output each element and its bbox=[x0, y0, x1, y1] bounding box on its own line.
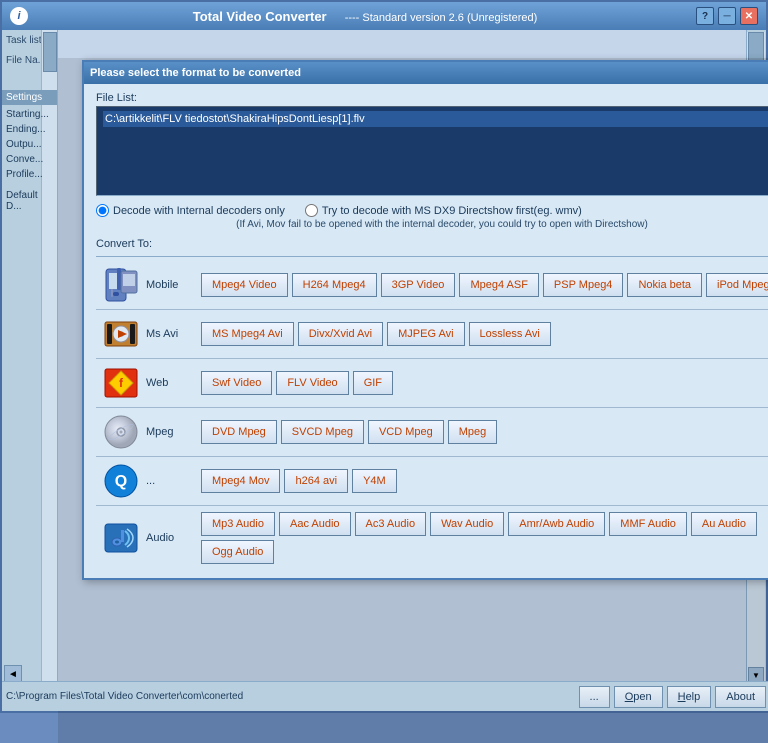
sidebar-scroll-thumb bbox=[43, 32, 57, 72]
sidebar-item-output[interactable]: Outpu... bbox=[2, 137, 57, 152]
format-buttons-mpeg: DVD Mpeg SVCD Mpeg VCD Mpeg Mpeg bbox=[201, 420, 768, 444]
radio-group: Decode with Internal decoders only Try t… bbox=[96, 204, 768, 217]
btn-ms-mpeg4-avi[interactable]: MS Mpeg4 Avi bbox=[201, 322, 294, 346]
default-label: Default D... bbox=[2, 188, 57, 214]
btn-psp-mpeg4[interactable]: PSP Mpeg4 bbox=[543, 273, 624, 297]
browse-button[interactable]: ... bbox=[579, 686, 610, 708]
help-title-btn[interactable]: ? bbox=[696, 7, 714, 25]
close-btn[interactable]: ✕ bbox=[740, 7, 758, 25]
main-content: Please select the format to be converted… bbox=[58, 30, 746, 681]
btn-mpeg4-asf[interactable]: Mpeg4 ASF bbox=[459, 273, 538, 297]
format-name-web: Web bbox=[146, 377, 201, 389]
modal-body: File List: C:\artikkelit\FLV tiedostot\S… bbox=[84, 84, 768, 578]
convert-to-label: Convert To: bbox=[96, 238, 768, 250]
sidebar-settings: Settings Starting... Ending... Outpu... … bbox=[2, 90, 57, 214]
radio-internal[interactable]: Decode with Internal decoders only bbox=[96, 204, 285, 217]
quicktime-icon: Q bbox=[96, 463, 146, 499]
format-name-msavi: Ms Avi bbox=[146, 328, 201, 340]
divider-top bbox=[96, 256, 768, 257]
btn-flv-video[interactable]: FLV Video bbox=[276, 371, 348, 395]
btn-ac3-audio[interactable]: Ac3 Audio bbox=[355, 512, 427, 536]
btn-swf-video[interactable]: Swf Video bbox=[201, 371, 272, 395]
format-row-msavi: Ms Avi MS Mpeg4 Avi Divx/Xvid Avi MJPEG … bbox=[96, 310, 768, 359]
format-buttons-web: Swf Video FLV Video GIF bbox=[201, 371, 768, 395]
format-row-audio: Audio Mp3 Audio Aac Audio Ac3 Audio Wav … bbox=[96, 506, 768, 570]
btn-dvd-mpeg[interactable]: DVD Mpeg bbox=[201, 420, 277, 444]
modal-overlay: Please select the format to be converted… bbox=[58, 58, 768, 743]
mpeg-icon bbox=[96, 414, 146, 450]
format-row-mpeg: Mpeg DVD Mpeg SVCD Mpeg VCD Mpeg Mpeg bbox=[96, 408, 768, 457]
modal-title: Please select the format to be converted bbox=[90, 67, 301, 79]
help-btn-label: H bbox=[678, 691, 686, 703]
btn-gif[interactable]: GIF bbox=[353, 371, 393, 395]
btn-y4m[interactable]: Y4M bbox=[352, 469, 397, 493]
app-window: i Total Video Converter ---- Standard ve… bbox=[0, 0, 768, 713]
btn-h264-avi[interactable]: h264 avi bbox=[284, 469, 348, 493]
btn-mmf-audio[interactable]: MMF Audio bbox=[609, 512, 687, 536]
format-row-web: f Web Swf Video FLV Video GIF bbox=[96, 359, 768, 408]
mobile-icon bbox=[96, 267, 146, 303]
format-name-audio: Audio bbox=[146, 532, 201, 544]
file-list-box[interactable]: C:\artikkelit\FLV tiedostot\ShakiraHipsD… bbox=[96, 106, 768, 196]
format-buttons-mobile: Mpeg4 Video H264 Mpeg4 3GP Video Mpeg4 A… bbox=[201, 273, 768, 297]
open-btn-label: O bbox=[625, 691, 634, 703]
btn-h264-mpeg4[interactable]: H264 Mpeg4 bbox=[292, 273, 377, 297]
app-title: Total Video Converter ---- Standard vers… bbox=[34, 9, 696, 24]
format-name-mpeg: Mpeg bbox=[146, 426, 201, 438]
btn-mpeg[interactable]: Mpeg bbox=[448, 420, 498, 444]
btn-amr-awb-audio[interactable]: Amr/Awb Audio bbox=[508, 512, 605, 536]
help-button[interactable]: Help bbox=[667, 686, 712, 708]
msavi-icon bbox=[96, 316, 146, 352]
svg-text:Q: Q bbox=[115, 473, 127, 490]
sidebar-item-convert[interactable]: Conve... bbox=[2, 152, 57, 167]
btn-ogg-audio[interactable]: Ogg Audio bbox=[201, 540, 274, 564]
radio-directshow-input[interactable] bbox=[305, 204, 318, 217]
btn-divx-xvid-avi[interactable]: Divx/Xvid Avi bbox=[298, 322, 383, 346]
bottom-bar: C:\Program Files\Total Video Converter\c… bbox=[2, 681, 768, 711]
radio-note: (If Avi, Mov fail to be opened with the … bbox=[96, 219, 768, 230]
title-bar-buttons: ? ─ ✕ bbox=[696, 7, 758, 25]
file-list-label: File List: bbox=[96, 92, 768, 104]
sidebar: Task list File Na... ◄ Settings Starting… bbox=[2, 30, 58, 685]
btn-svcd-mpeg[interactable]: SVCD Mpeg bbox=[281, 420, 364, 444]
modal-dialog: Please select the format to be converted… bbox=[82, 60, 768, 580]
radio-internal-input[interactable] bbox=[96, 204, 109, 217]
sidebar-item-profile[interactable]: Profile... bbox=[2, 167, 57, 182]
format-buttons-quicktime: Mpeg4 Mov h264 avi Y4M bbox=[201, 469, 768, 493]
format-buttons-audio: Mp3 Audio Aac Audio Ac3 Audio Wav Audio … bbox=[201, 512, 768, 564]
btn-mjpeg-avi[interactable]: MJPEG Avi bbox=[387, 322, 464, 346]
audio-icon bbox=[96, 520, 146, 556]
web-icon: f bbox=[96, 365, 146, 401]
bottom-path: C:\Program Files\Total Video Converter\c… bbox=[6, 691, 575, 702]
format-name-quicktime: ... bbox=[146, 475, 201, 487]
open-button[interactable]: Open bbox=[614, 686, 663, 708]
radio-directshow[interactable]: Try to decode with MS DX9 Directshow fir… bbox=[305, 204, 582, 217]
btn-mp3-audio[interactable]: Mp3 Audio bbox=[201, 512, 275, 536]
btn-mpeg4-video[interactable]: Mpeg4 Video bbox=[201, 273, 288, 297]
btn-vcd-mpeg[interactable]: VCD Mpeg bbox=[368, 420, 444, 444]
modal-title-bar: Please select the format to be converted… bbox=[84, 62, 768, 84]
minimize-btn[interactable]: ─ bbox=[718, 7, 736, 25]
btn-aac-audio[interactable]: Aac Audio bbox=[279, 512, 351, 536]
settings-section-title: Settings bbox=[2, 90, 57, 105]
format-buttons-msavi: MS Mpeg4 Avi Divx/Xvid Avi MJPEG Avi Los… bbox=[201, 322, 768, 346]
file-list-item[interactable]: C:\artikkelit\FLV tiedostot\ShakiraHipsD… bbox=[103, 111, 768, 127]
btn-lossless-avi[interactable]: Lossless Avi bbox=[469, 322, 551, 346]
sidebar-item-ending[interactable]: Ending... bbox=[2, 122, 57, 137]
title-bar: i Total Video Converter ---- Standard ve… bbox=[2, 2, 766, 30]
btn-wav-audio[interactable]: Wav Audio bbox=[430, 512, 504, 536]
btn-3gp-video[interactable]: 3GP Video bbox=[381, 273, 456, 297]
btn-ipod-mpeg4[interactable]: iPod Mpeg4 bbox=[706, 273, 768, 297]
format-row-mobile: Mobile Mpeg4 Video H264 Mpeg4 3GP Video … bbox=[96, 261, 768, 310]
sidebar-item-starting[interactable]: Starting... bbox=[2, 107, 57, 122]
btn-mpeg4-mov[interactable]: Mpeg4 Mov bbox=[201, 469, 280, 493]
about-button[interactable]: About bbox=[715, 686, 766, 708]
btn-au-audio[interactable]: Au Audio bbox=[691, 512, 757, 536]
app-icon: i bbox=[10, 7, 28, 25]
btn-nokia-beta[interactable]: Nokia beta bbox=[627, 273, 702, 297]
format-name-mobile: Mobile bbox=[146, 279, 201, 291]
format-row-quicktime: Q ... Mpeg4 Mov h264 avi Y4M bbox=[96, 457, 768, 506]
